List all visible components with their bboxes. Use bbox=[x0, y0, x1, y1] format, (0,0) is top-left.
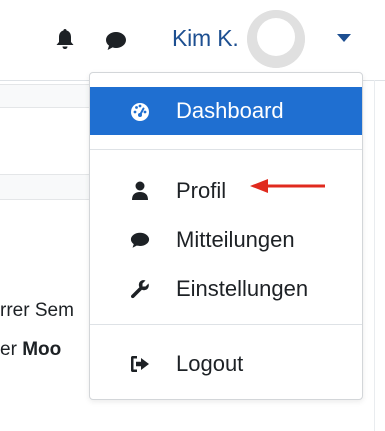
user-icon bbox=[130, 181, 150, 201]
caret-down-icon[interactable] bbox=[337, 34, 351, 42]
menu-item-logout[interactable]: Logout bbox=[90, 340, 362, 388]
bell-icon[interactable] bbox=[53, 27, 77, 51]
background-text-fragment: er Moo bbox=[0, 339, 62, 360]
default-avatar-icon bbox=[247, 10, 305, 68]
tachometer-icon bbox=[130, 101, 150, 121]
background-strip bbox=[0, 84, 90, 108]
menu-item-mitteilungen[interactable]: Mitteilungen bbox=[90, 216, 362, 264]
menu-item-label: Mitteilungen bbox=[176, 227, 295, 252]
menu-divider bbox=[90, 149, 362, 150]
background-strip bbox=[0, 174, 90, 200]
background-text-fragment: rrer Sem bbox=[0, 300, 74, 321]
top-navbar: Kim K. bbox=[0, 0, 385, 80]
menu-item-label: Logout bbox=[176, 351, 244, 376]
annotation-arrow bbox=[250, 179, 325, 193]
menu-item-einstellungen[interactable]: Einstellungen bbox=[90, 265, 362, 313]
menu-divider bbox=[90, 324, 362, 325]
content-edge bbox=[374, 80, 375, 431]
user-menu-dropdown: Dashboard Profil Mitteilungen Einstellun… bbox=[89, 72, 363, 400]
user-name[interactable]: Kim K. bbox=[172, 25, 239, 52]
avatar[interactable] bbox=[247, 10, 305, 68]
wrench-icon bbox=[130, 279, 150, 299]
comment-icon bbox=[130, 230, 150, 250]
chat-bubble-icon[interactable] bbox=[104, 29, 128, 53]
menu-item-dashboard[interactable]: Dashboard bbox=[90, 87, 362, 135]
menu-item-label: Dashboard bbox=[176, 98, 284, 123]
menu-item-label: Einstellungen bbox=[176, 276, 309, 301]
menu-item-label: Profil bbox=[176, 178, 227, 203]
sign-out-icon bbox=[130, 354, 150, 374]
